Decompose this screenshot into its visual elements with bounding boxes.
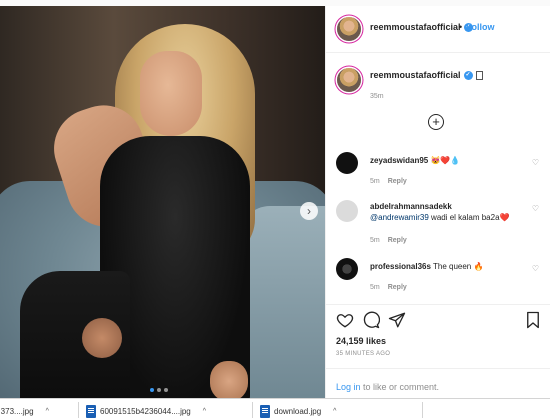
comment-text: 😻❤️💧	[428, 156, 461, 165]
comment-like-heart-icon[interactable]: ♡	[532, 158, 539, 167]
comment-username[interactable]: professional36s	[370, 262, 431, 271]
download-separator	[78, 402, 79, 418]
photo-knee	[82, 318, 122, 358]
caption-username-wrap[interactable]: reemmoustafaofficial ✓	[370, 70, 483, 81]
download-filename: 60091515b4236044....jpg	[100, 406, 191, 416]
download-bar: ...373....jpg ^ 60091515b4236044....jpg …	[0, 398, 550, 420]
download-filename: ...373....jpg	[0, 406, 34, 416]
header-username[interactable]: reemmoustafaofficial	[370, 22, 461, 32]
share-icon[interactable]	[388, 311, 406, 329]
comment-user-line: abdelrahmannsadekk	[370, 202, 452, 211]
comment-time: 5m	[370, 178, 380, 185]
comment-text: The queen 🔥	[430, 262, 484, 271]
header-avatar[interactable]	[337, 17, 361, 41]
comment-mention[interactable]: @andrewamir39	[370, 213, 429, 222]
caption-time: 35m	[370, 93, 384, 100]
chevron-up-icon[interactable]: ^	[333, 408, 336, 415]
chevron-up-icon[interactable]: ^	[203, 408, 206, 415]
post-timestamp: 35 MINUTES AGO	[336, 351, 391, 357]
avatar-image	[336, 152, 358, 174]
carousel-dots	[150, 388, 168, 392]
download-item[interactable]: ...373....jpg ^	[0, 403, 49, 419]
add-circle-icon[interactable]: +	[428, 114, 444, 130]
heart-icon[interactable]	[336, 311, 354, 329]
comment-meta: 5m Reply	[370, 178, 415, 185]
header-username-wrap[interactable]: reemmoustafaofficial ✓	[370, 22, 473, 33]
comment-like-heart-icon[interactable]: ♡	[532, 264, 539, 273]
actions-divider	[326, 304, 550, 305]
login-prompt: Log in to like or comment.	[336, 382, 439, 392]
comment-meta: 5m Reply	[370, 237, 415, 244]
bookmark-icon[interactable]	[524, 311, 542, 329]
reply-button[interactable]: Reply	[388, 284, 407, 291]
post-photo[interactable]: ›	[0, 6, 325, 398]
login-link[interactable]: Log in	[336, 382, 361, 392]
post-side-panel: reemmoustafaofficial ✓ • Follow reemmoust…	[325, 6, 550, 398]
caption-emoji-icon	[475, 71, 483, 81]
download-filename: download.jpg	[274, 406, 322, 416]
follow-separator: •	[459, 22, 463, 32]
caption-username[interactable]: reemmoustafaofficial	[370, 70, 461, 80]
caption-avatar[interactable]	[337, 68, 361, 92]
avatar-image	[336, 200, 358, 222]
follow-button[interactable]: Follow	[466, 22, 495, 32]
photo-face	[140, 51, 202, 136]
download-item[interactable]: download.jpg ^	[260, 403, 336, 419]
carousel-dot-active	[150, 388, 154, 392]
next-photo-button[interactable]: ›	[300, 202, 318, 220]
chevron-up-icon[interactable]: ^	[46, 408, 49, 415]
comment-meta: 5m Reply	[370, 284, 415, 291]
download-item[interactable]: 60091515b4236044....jpg ^	[86, 403, 206, 419]
login-divider	[326, 368, 550, 369]
comment-username[interactable]: abdelrahmannsadekk	[370, 202, 452, 211]
file-icon	[260, 404, 270, 418]
avatar-image	[336, 258, 358, 280]
instagram-post-screenshot: › reemmoustafaofficial ✓ • Follow reemmou…	[0, 0, 550, 420]
comment-avatar[interactable]	[336, 200, 358, 222]
header-divider	[326, 52, 550, 53]
comment-time: 5m	[370, 284, 380, 291]
carousel-dot	[164, 388, 168, 392]
comment-icon[interactable]	[362, 311, 380, 329]
comment-avatar[interactable]	[336, 152, 358, 174]
reply-button[interactable]: Reply	[388, 178, 407, 185]
post-actions	[336, 311, 541, 333]
comment-username[interactable]: zeyadswidan95	[370, 156, 428, 165]
avatar-image	[337, 68, 361, 92]
comment-time: 5m	[370, 237, 380, 244]
likes-count[interactable]: 24,159 likes	[336, 336, 386, 346]
file-icon	[86, 404, 96, 418]
comment-user-line: zeyadswidan95 😻❤️💧	[370, 156, 460, 165]
download-separator	[422, 402, 423, 418]
comment-avatar[interactable]	[336, 258, 358, 280]
comment-like-heart-icon[interactable]: ♡	[532, 204, 539, 213]
verified-badge-icon: ✓	[463, 71, 473, 81]
comment-user-line: professional36s The queen 🔥	[370, 262, 483, 271]
reply-button[interactable]: Reply	[388, 237, 407, 244]
comment-text-line: @andrewamir39 wadi el kalam ba2a❤️	[370, 213, 509, 222]
carousel-dot	[157, 388, 161, 392]
comment-text: wadi el kalam ba2a❤️	[428, 213, 510, 222]
download-separator	[252, 402, 253, 418]
login-prompt-text: to like or comment.	[360, 382, 440, 392]
photo-cushion	[240, 206, 325, 398]
photo-hand	[210, 361, 248, 398]
avatar-image	[337, 17, 361, 41]
